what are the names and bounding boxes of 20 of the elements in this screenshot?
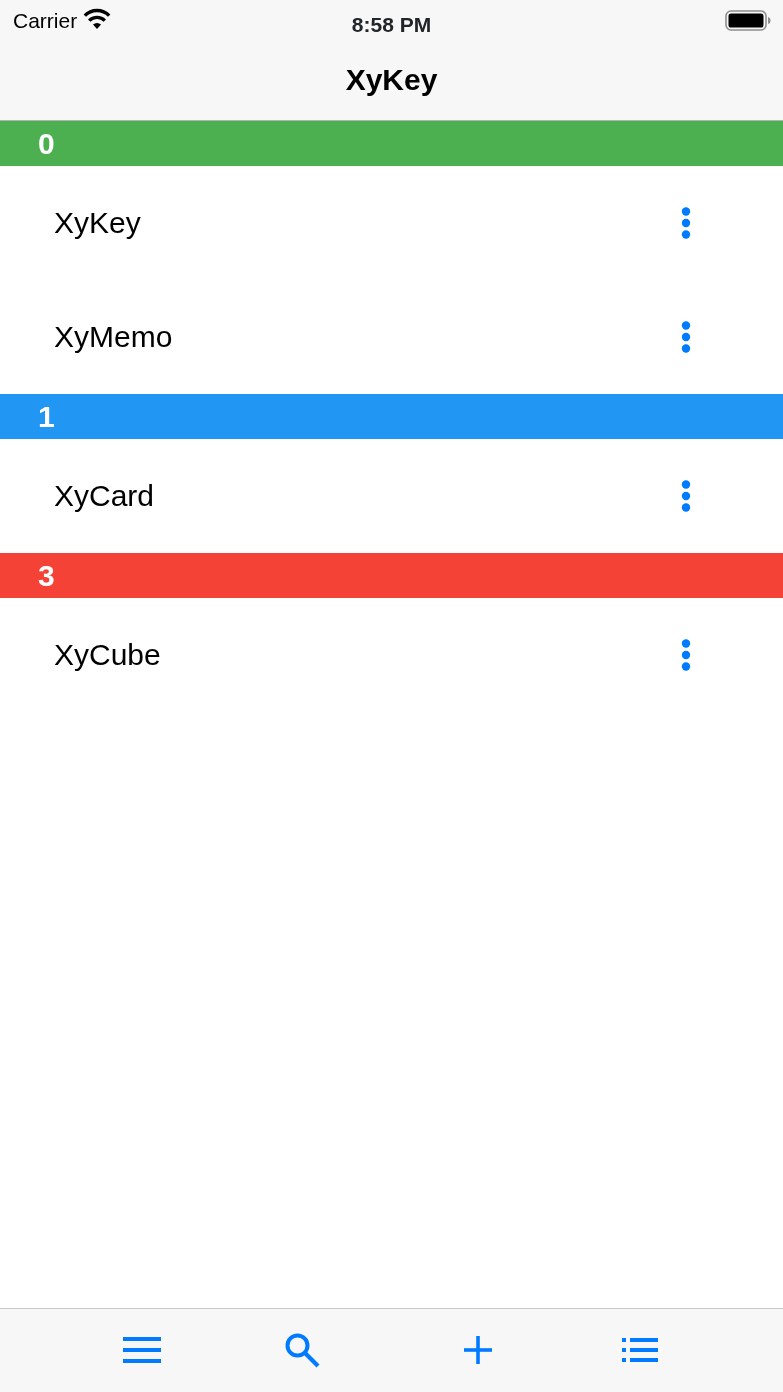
list-item-label[interactable]: XyKey bbox=[54, 205, 141, 241]
more-icon[interactable] bbox=[681, 207, 691, 239]
list-item-label[interactable]: XyCard bbox=[54, 478, 155, 514]
add-icon[interactable] bbox=[464, 1336, 492, 1364]
menu-icon[interactable] bbox=[123, 1337, 161, 1363]
search-icon[interactable] bbox=[284, 1332, 320, 1368]
list-item-label[interactable]: XyMemo bbox=[54, 319, 173, 355]
navigation-title: XyKey bbox=[345, 62, 438, 98]
list-item-label[interactable]: XyCube bbox=[54, 637, 161, 673]
more-icon[interactable] bbox=[681, 639, 691, 671]
carrier-label: Carrier bbox=[13, 9, 78, 31]
section-title: 3 bbox=[38, 559, 55, 592]
battery-icon bbox=[725, 9, 771, 31]
section-title: 1 bbox=[38, 400, 55, 433]
wifi-icon bbox=[83, 7, 112, 29]
section-title: 0 bbox=[38, 127, 55, 160]
list-icon[interactable] bbox=[622, 1338, 658, 1362]
more-icon[interactable] bbox=[681, 321, 691, 353]
status-time: 8:58 PM bbox=[351, 12, 432, 38]
more-icon[interactable] bbox=[681, 480, 691, 512]
